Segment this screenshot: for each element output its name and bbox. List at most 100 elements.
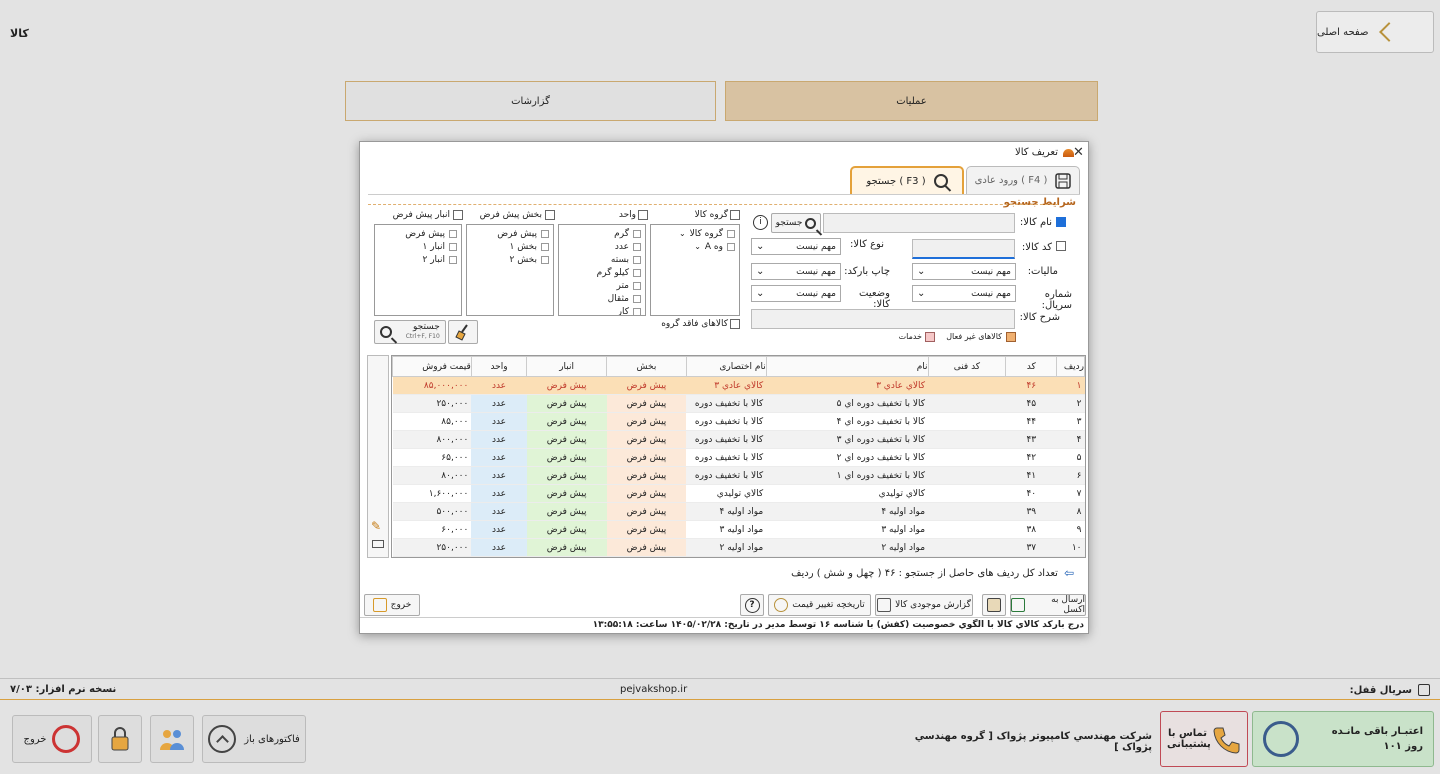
list-item[interactable]: کار bbox=[563, 305, 641, 315]
tree-checkbox[interactable] bbox=[727, 242, 735, 251]
tax-select[interactable]: مهم نیست bbox=[912, 263, 1016, 280]
list-item[interactable]: عدد bbox=[563, 240, 641, 253]
serial-select[interactable]: مهم نیست bbox=[912, 285, 1016, 302]
status-select[interactable]: مهم نیست bbox=[751, 285, 841, 302]
barcode-select[interactable]: مهم نیست bbox=[751, 263, 841, 280]
list-item[interactable]: انبار ۱ bbox=[379, 240, 457, 253]
name-checkbox[interactable] bbox=[1056, 217, 1066, 227]
list-checkbox[interactable] bbox=[633, 255, 641, 264]
table-cell: پیش فرض bbox=[606, 466, 687, 485]
clear-filter-button[interactable] bbox=[448, 320, 478, 344]
table-row[interactable]: ۵ ۴۲ کالا با تخفیف دوره اي ۲ کالا با تخفیف … bbox=[392, 448, 1085, 467]
dialog-exit-button[interactable]: خروج bbox=[364, 594, 420, 616]
tree-node[interactable]: وه A ⌄ bbox=[655, 240, 735, 253]
edit-icon[interactable]: ✎ bbox=[371, 519, 381, 533]
group-tree[interactable]: گروه کالا ⌄ وه A ⌄ bbox=[650, 224, 740, 316]
warehouse-list[interactable]: پیش فرض انبار ۱ انبار ۲ bbox=[374, 224, 462, 316]
open-invoices-button[interactable]: فاکتورهای باز bbox=[202, 715, 306, 763]
column-header[interactable]: واحد bbox=[470, 356, 528, 377]
table-cell bbox=[928, 466, 1006, 485]
group-filter-checkbox[interactable] bbox=[730, 210, 740, 220]
tab-normal-entry[interactable]: ورود عادی ( F4 ) bbox=[966, 166, 1080, 194]
name-input[interactable] bbox=[823, 213, 1015, 233]
lock-button[interactable] bbox=[98, 715, 142, 763]
column-header[interactable]: نام اختصاری bbox=[685, 356, 767, 377]
list-item[interactable]: گرم bbox=[563, 227, 641, 240]
unit-filter-checkbox[interactable] bbox=[638, 210, 648, 220]
description-input[interactable] bbox=[751, 309, 1015, 329]
delete-icon[interactable] bbox=[372, 540, 384, 548]
price-history-button[interactable]: تاریخچه تغییر قیمت bbox=[768, 594, 871, 616]
list-item[interactable]: انبار ۲ bbox=[379, 253, 457, 266]
list-checkbox[interactable] bbox=[633, 307, 641, 315]
list-checkbox[interactable] bbox=[541, 229, 549, 238]
table-row[interactable]: ۱۰ ۳۷ مواد اولیه ۲ مواد اولیه ۲ پیش فرض پیش ف… bbox=[392, 538, 1085, 557]
table-row[interactable]: ۱ ۴۶ کالاي عادي ۳ کالاي عادي ۳ پیش فرض پیش فر… bbox=[392, 376, 1085, 395]
list-item[interactable]: بخش ۲ bbox=[471, 253, 549, 266]
section-list[interactable]: پیش فرض بخش ۱ بخش ۲ bbox=[466, 224, 554, 316]
list-checkbox[interactable] bbox=[633, 229, 641, 238]
table-cell: عدد bbox=[471, 412, 527, 431]
table-row[interactable]: ۹ ۳۸ مواد اولیه ۳ مواد اولیه ۳ پیش فرض پیش فر… bbox=[392, 520, 1085, 539]
list-item[interactable]: بخش ۱ bbox=[471, 240, 549, 253]
column-header[interactable]: ردیف bbox=[1056, 356, 1085, 377]
table-cell: پیش فرض bbox=[526, 466, 607, 485]
print-button[interactable] bbox=[982, 594, 1006, 616]
list-checkbox[interactable] bbox=[633, 281, 641, 290]
column-header[interactable]: بخش bbox=[606, 356, 687, 377]
unit-list[interactable]: گرم عدد بسته کیلو گرم متر مثقال کار bbox=[558, 224, 646, 316]
list-checkbox[interactable] bbox=[633, 294, 641, 303]
serial-value: مهم نیست bbox=[971, 288, 1011, 299]
items-grid[interactable]: ردیف کد کد فنی نام نام اختصاری بخش انبار واحد قی… bbox=[391, 355, 1086, 558]
code-checkbox[interactable] bbox=[1056, 241, 1066, 251]
help-button[interactable]: ? bbox=[740, 594, 764, 616]
table-row[interactable]: ۸ ۳۹ مواد اولیه ۴ مواد اولیه ۴ پیش فرض پیش فر… bbox=[392, 502, 1085, 521]
filter-search-button[interactable]: جستجو Ctrl+F, F10 bbox=[374, 320, 446, 344]
tab-operations[interactable]: عملیات bbox=[725, 81, 1098, 121]
table-row[interactable]: ۴ ۴۳ کالا با تخفیف دوره اي ۳ کالا با تخفیف … bbox=[392, 430, 1085, 449]
list-checkbox[interactable] bbox=[449, 242, 457, 251]
tab-reports[interactable]: گزارشات bbox=[345, 81, 716, 121]
name-search-button[interactable]: جستجو bbox=[771, 213, 821, 233]
table-row[interactable]: ۲ ۴۵ کالا با تخفیف دوره اي ۵ کالا با تخفیف … bbox=[392, 394, 1085, 413]
search-icon bbox=[380, 326, 393, 338]
list-item[interactable]: کیلو گرم bbox=[563, 266, 641, 279]
column-header[interactable]: انبار bbox=[526, 356, 608, 377]
table-row[interactable]: ۷ ۴۰ کالاي توليدي کالاي توليدي پیش فرض پیش فر… bbox=[392, 484, 1085, 503]
support-button[interactable]: تماس با پشتیبانی bbox=[1160, 711, 1248, 767]
list-item[interactable]: بسته bbox=[563, 253, 641, 266]
tab-search[interactable]: جستجو ( F3 ) bbox=[850, 166, 964, 194]
list-item[interactable]: پیش فرض bbox=[379, 227, 457, 240]
close-icon[interactable]: ✕ bbox=[1073, 145, 1084, 160]
list-item[interactable]: پیش فرض bbox=[471, 227, 549, 240]
table-cell: ۸۰,۰۰۰ bbox=[392, 466, 472, 485]
tab-search-label: جستجو ( F3 ) bbox=[866, 175, 926, 187]
list-checkbox[interactable] bbox=[633, 268, 641, 277]
exit-app-button[interactable]: خروج bbox=[12, 715, 92, 763]
table-row[interactable]: ۳ ۴۴ کالا با تخفیف دوره اي ۴ کالا با تخفیف … bbox=[392, 412, 1085, 431]
list-checkbox[interactable] bbox=[449, 229, 457, 238]
column-header[interactable]: کد bbox=[1005, 356, 1058, 377]
section-filter-checkbox[interactable] bbox=[545, 210, 555, 220]
list-checkbox[interactable] bbox=[633, 242, 641, 251]
list-item[interactable]: مثقال bbox=[563, 292, 641, 305]
export-excel-button[interactable]: ارسال به اکسل bbox=[1010, 594, 1086, 616]
list-checkbox[interactable] bbox=[449, 255, 457, 264]
warehouse-filter-checkbox[interactable] bbox=[453, 210, 463, 220]
column-header[interactable]: قیمت فروش bbox=[392, 356, 472, 377]
type-select[interactable]: مهم نیست bbox=[751, 238, 841, 255]
users-button[interactable] bbox=[150, 715, 194, 763]
tree-checkbox[interactable] bbox=[727, 229, 735, 238]
list-checkbox[interactable] bbox=[541, 242, 549, 251]
column-header[interactable]: کد فنی bbox=[927, 356, 1007, 377]
stock-report-button[interactable]: گزارش موجودی کالا bbox=[875, 594, 973, 616]
info-icon[interactable]: i bbox=[753, 215, 768, 230]
column-header[interactable]: نام bbox=[765, 356, 929, 377]
list-checkbox[interactable] bbox=[541, 255, 549, 264]
no-group-checkbox[interactable] bbox=[730, 319, 740, 329]
code-input[interactable] bbox=[912, 239, 1015, 259]
table-row[interactable]: ۶ ۴۱ کالا با تخفیف دوره اي ۱ کالا با تخفیف … bbox=[392, 466, 1085, 485]
list-item[interactable]: متر bbox=[563, 279, 641, 292]
tree-node[interactable]: گروه کالا ⌄ bbox=[655, 227, 735, 240]
home-button[interactable]: صفحه اصلی bbox=[1316, 11, 1434, 53]
